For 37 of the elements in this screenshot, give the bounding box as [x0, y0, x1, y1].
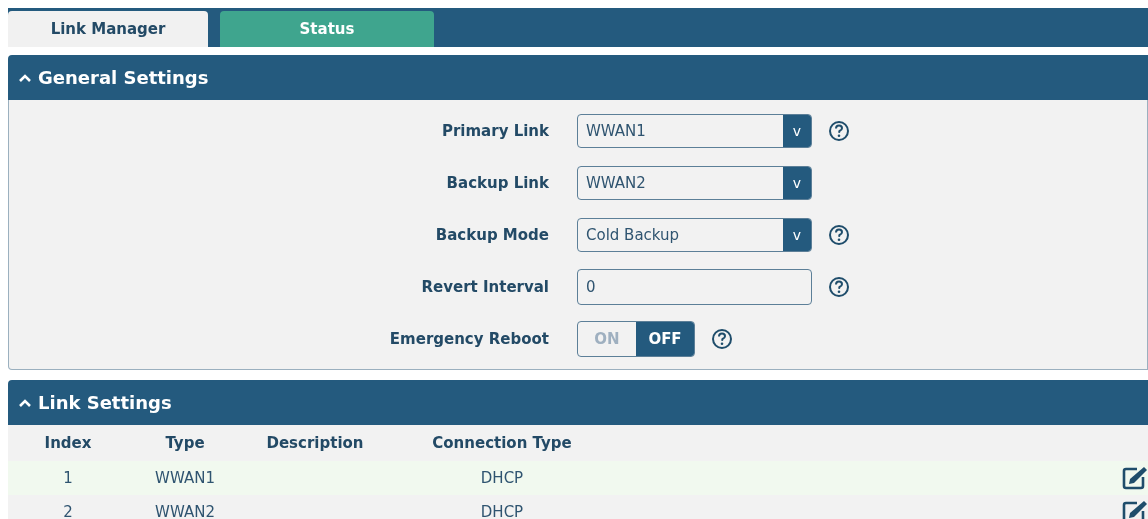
help-icon[interactable]	[828, 120, 850, 142]
column-header: Type	[164, 434, 206, 452]
edit-icon[interactable]	[1122, 466, 1148, 490]
table-cell-text: WWAN2	[154, 503, 216, 519]
field-label: Backup Mode	[434, 226, 549, 244]
tab[interactable]: Link Manager	[8, 11, 208, 47]
column-header: Index	[43, 434, 93, 452]
edit-icon[interactable]	[1122, 500, 1148, 519]
dropdown[interactable]: WWAN2 v	[577, 166, 812, 200]
toggle-off-label: OFF	[636, 322, 694, 356]
help-icon[interactable]	[711, 328, 733, 350]
toggle-on-label: ON	[593, 329, 621, 350]
table-row[interactable]: 2 WWAN2 DHCP	[8, 495, 1148, 519]
dropdown[interactable]: WWAN1 v	[577, 114, 812, 148]
table-cell-text: DHCP	[479, 469, 525, 487]
table-cell-text: DHCP	[479, 503, 525, 519]
table-cell-text: WWAN1	[154, 469, 216, 487]
field-label: Emergency Reboot	[388, 330, 549, 348]
column-header: Description	[265, 434, 365, 452]
section-header[interactable]: Link Settings	[8, 380, 1148, 425]
table-cell-text: 1	[62, 469, 74, 487]
caret-icon[interactable]	[18, 72, 32, 83]
toggle-switch[interactable]: ON OFF	[577, 321, 695, 357]
column-header: Connection Type	[431, 434, 573, 452]
field-label: Revert Interval	[420, 278, 549, 296]
dropdown[interactable]: Cold Backup v	[577, 218, 812, 252]
field-label: Backup Link	[445, 174, 549, 192]
help-icon[interactable]	[828, 224, 850, 246]
section-title: General Settings	[38, 67, 209, 88]
help-icon[interactable]	[828, 276, 850, 298]
table-cell-text: 2	[62, 503, 74, 519]
caret-icon[interactable]	[18, 397, 32, 408]
section-title: Link Settings	[38, 392, 172, 413]
table-row[interactable]: 1 WWAN1 DHCP	[8, 461, 1148, 495]
section-header[interactable]: General Settings	[8, 55, 1148, 100]
field-label: Primary Link	[440, 122, 549, 140]
input-field[interactable]: 0	[577, 269, 812, 305]
